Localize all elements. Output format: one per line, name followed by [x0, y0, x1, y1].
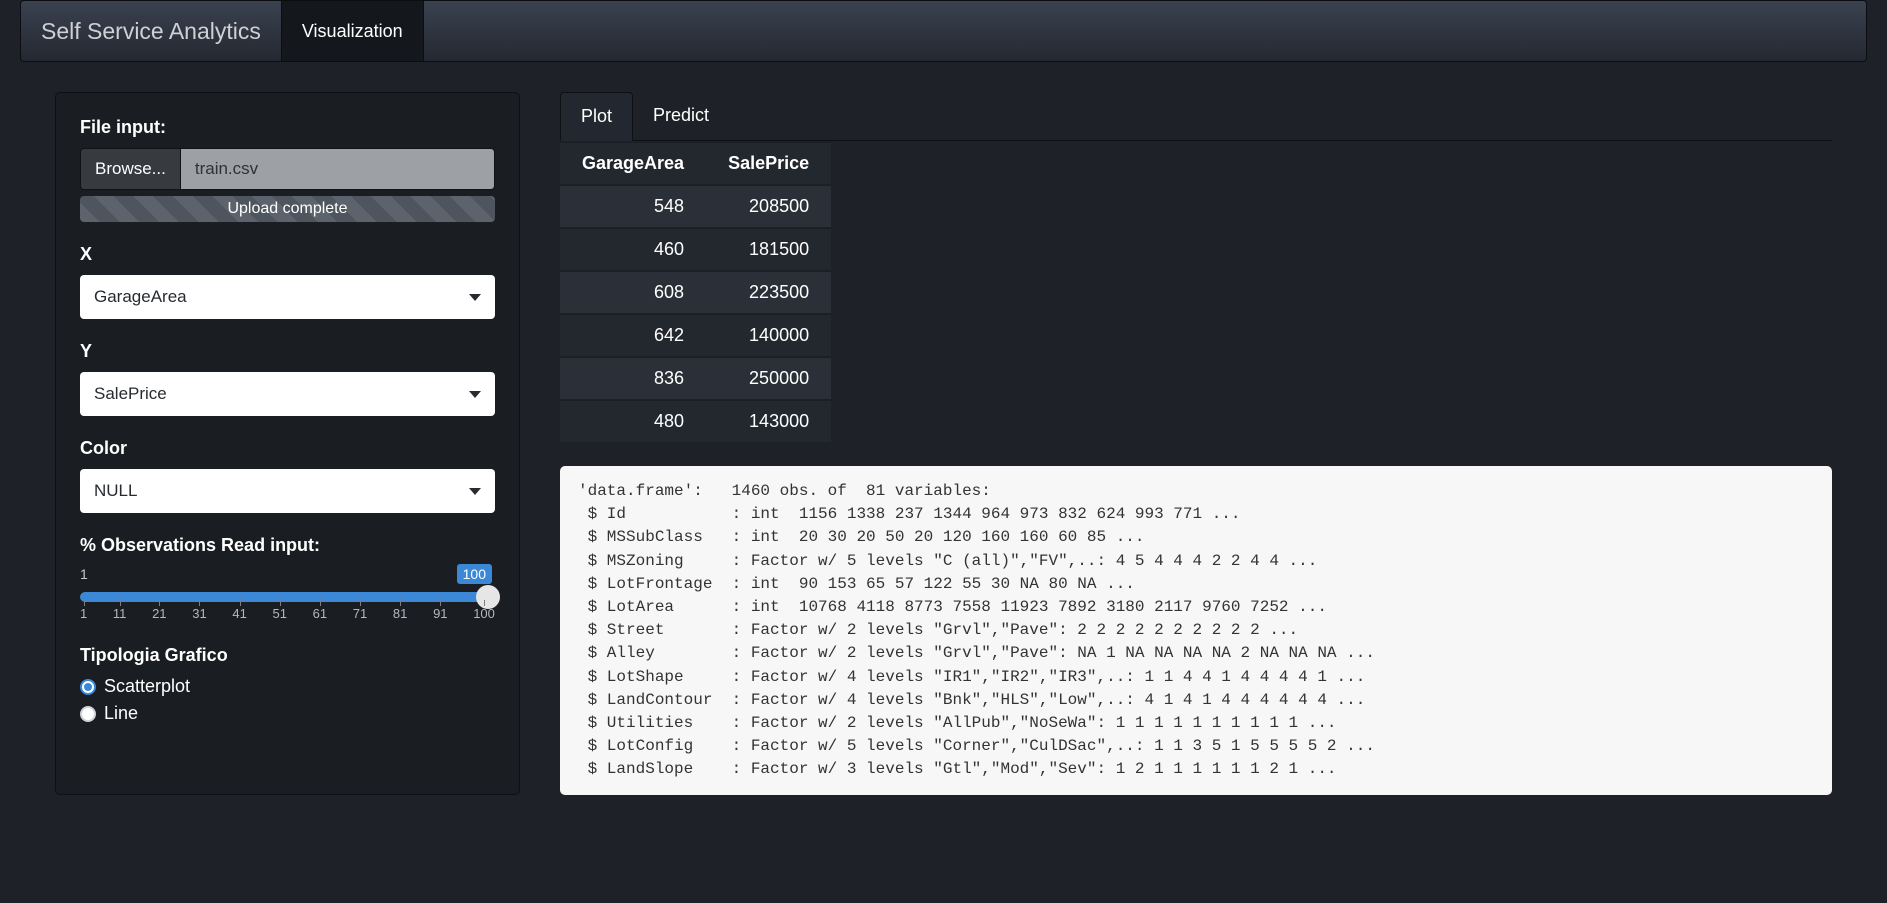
- table-row: 548208500: [560, 185, 831, 228]
- sidebar-panel: File input: Browse... train.csv Upload c…: [55, 92, 520, 795]
- file-name-field: train.csv: [180, 148, 495, 190]
- table-row: 642140000: [560, 314, 831, 357]
- upload-progress-bar: Upload complete: [80, 196, 495, 222]
- slider-tick: 1: [80, 606, 87, 621]
- browse-button[interactable]: Browse...: [80, 148, 180, 190]
- navbar-brand[interactable]: Self Service Analytics: [21, 1, 281, 61]
- tab-predict[interactable]: Predict: [633, 92, 729, 140]
- slider-tick: 71: [353, 606, 367, 621]
- table-header: GarageArea: [560, 142, 706, 185]
- y-label: Y: [80, 341, 495, 362]
- radio-line[interactable]: Line: [80, 703, 495, 724]
- slider-tick: 31: [192, 606, 206, 621]
- radio-scatterplot-label: Scatterplot: [104, 676, 190, 697]
- table-header: SalePrice: [706, 142, 831, 185]
- slider-tick: 51: [273, 606, 287, 621]
- table-cell: 143000: [706, 400, 831, 442]
- radio-line-label: Line: [104, 703, 138, 724]
- color-label: Color: [80, 438, 495, 459]
- color-select[interactable]: NULL: [80, 469, 495, 513]
- navbar: Self Service Analytics Visualization: [20, 0, 1867, 62]
- main-tabs: Plot Predict: [560, 92, 1832, 141]
- x-select[interactable]: GarageArea: [80, 275, 495, 319]
- main-panel: Plot Predict GarageArea SalePrice 548208…: [560, 92, 1832, 795]
- chevron-down-icon: [469, 294, 481, 301]
- y-select-value: SalePrice: [94, 384, 167, 404]
- table-cell: 140000: [706, 314, 831, 357]
- table-cell: 181500: [706, 228, 831, 271]
- table-cell: 836: [560, 357, 706, 400]
- table-row: 836250000: [560, 357, 831, 400]
- radio-icon: [80, 706, 96, 722]
- slider-min-label: 1: [80, 566, 88, 582]
- tipologia-group: Tipologia Grafico Scatterplot Line: [80, 645, 495, 724]
- slider-track[interactable]: [80, 592, 495, 602]
- chevron-down-icon: [469, 391, 481, 398]
- table-cell: 642: [560, 314, 706, 357]
- observations-slider[interactable]: 100 1 11 21 31 41 51 61 71 81 91 100: [80, 592, 495, 621]
- table-row: 480143000: [560, 400, 831, 442]
- y-select[interactable]: SalePrice: [80, 372, 495, 416]
- slider-tick: 41: [232, 606, 246, 621]
- radio-scatterplot[interactable]: Scatterplot: [80, 676, 495, 697]
- tipologia-label: Tipologia Grafico: [80, 645, 495, 666]
- x-label: X: [80, 244, 495, 265]
- slider-ticks: 1 11 21 31 41 51 61 71 81 91 100: [80, 606, 495, 621]
- table-row: 608223500: [560, 271, 831, 314]
- slider-tick: 91: [433, 606, 447, 621]
- color-select-group: Color NULL: [80, 438, 495, 513]
- table-cell: 250000: [706, 357, 831, 400]
- table-cell: 208500: [706, 185, 831, 228]
- page-container: File input: Browse... train.csv Upload c…: [0, 92, 1887, 795]
- file-input-label: File input:: [80, 117, 495, 138]
- file-input-group: File input: Browse... train.csv Upload c…: [80, 117, 495, 222]
- table-cell: 608: [560, 271, 706, 314]
- slider-tick: 61: [313, 606, 327, 621]
- slider-tick: 21: [152, 606, 166, 621]
- table-cell: 480: [560, 400, 706, 442]
- data-preview-table: GarageArea SalePrice 5482085004601815006…: [560, 141, 831, 442]
- table-cell: 460: [560, 228, 706, 271]
- radio-icon: [80, 679, 96, 695]
- slider-tick: 100: [473, 606, 495, 621]
- y-select-group: Y SalePrice: [80, 341, 495, 416]
- tab-plot[interactable]: Plot: [560, 92, 633, 141]
- slider-tick: 81: [393, 606, 407, 621]
- nav-tab-visualization[interactable]: Visualization: [281, 1, 424, 61]
- observations-label: % Observations Read input:: [80, 535, 495, 556]
- observations-slider-group: % Observations Read input: 1 100 1 11 21…: [80, 535, 495, 621]
- structure-output: 'data.frame': 1460 obs. of 81 variables:…: [560, 466, 1832, 795]
- slider-value-badge: 100: [457, 564, 492, 584]
- table-cell: 223500: [706, 271, 831, 314]
- slider-tick: 11: [113, 606, 127, 621]
- chevron-down-icon: [469, 488, 481, 495]
- table-cell: 548: [560, 185, 706, 228]
- x-select-value: GarageArea: [94, 287, 187, 307]
- x-select-group: X GarageArea: [80, 244, 495, 319]
- table-row: 460181500: [560, 228, 831, 271]
- color-select-value: NULL: [94, 481, 137, 501]
